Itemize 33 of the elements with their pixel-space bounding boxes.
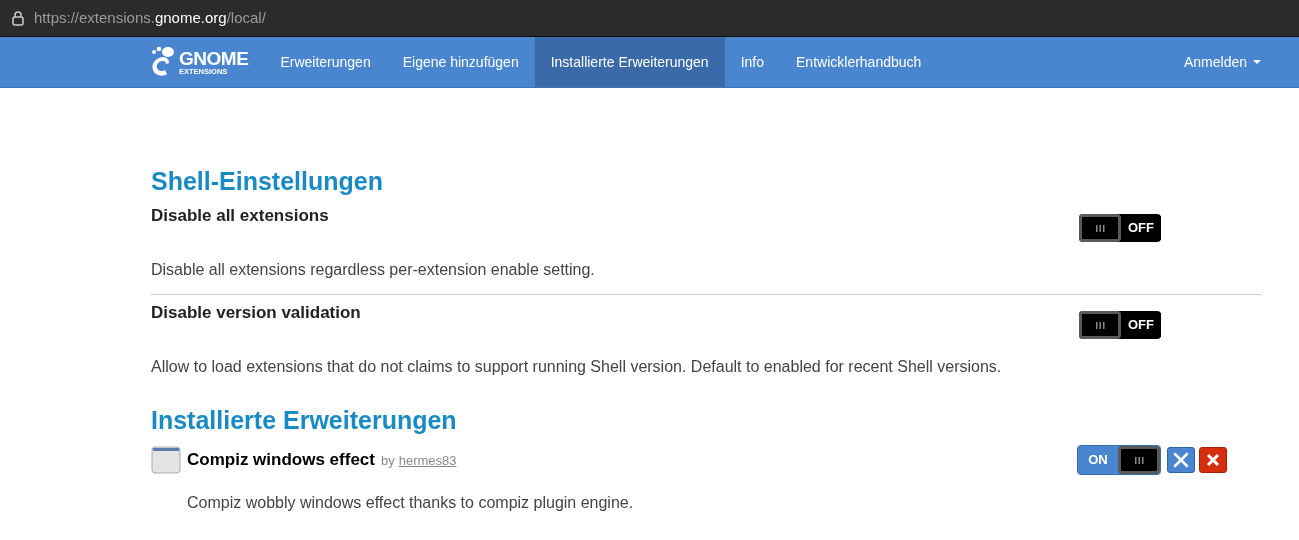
lock-icon (12, 10, 24, 26)
grip-icon (1095, 321, 1105, 329)
grip-icon (1095, 224, 1105, 232)
login-dropdown[interactable]: Anmelden (1183, 37, 1261, 87)
setting-title: Disable all extensions (151, 205, 329, 227)
setting-description: Disable all extensions regardless per-extension enable setting. (151, 260, 596, 280)
extension-name: Compiz windows effect (187, 449, 375, 472)
nav-link[interactable]: Entwicklerhandbuch (780, 37, 938, 87)
nav-link[interactable]: Eigene hinzufügen (386, 37, 535, 87)
setting-title: Disable version validation (151, 302, 361, 324)
section-heading: Installierte Erweiterungen (151, 405, 458, 435)
grip-icon (1134, 456, 1144, 464)
toggle-handle[interactable] (1118, 446, 1160, 474)
window-icon (151, 446, 181, 474)
nav-link[interactable]: Installierte Erweiterungen (534, 37, 725, 87)
toggle-switch[interactable]: OFF (1079, 214, 1161, 242)
nav-link[interactable]: Erweiterungen (264, 37, 387, 87)
toggle-handle[interactable] (1079, 214, 1121, 242)
settings-button[interactable] (1167, 447, 1195, 473)
author-link[interactable]: hermes83 (398, 451, 457, 471)
url-text[interactable]: https://extensions.gnome.org/local/ (34, 6, 266, 30)
nav-link[interactable]: Info (724, 37, 781, 87)
close-button[interactable] (1199, 447, 1227, 473)
logo-title: GNOME (179, 48, 249, 68)
toggle-switch[interactable]: ON (1077, 445, 1161, 475)
close-icon (1206, 453, 1220, 467)
toggle-handle[interactable] (1079, 311, 1121, 339)
section-heading: Shell-Einstellungen (151, 166, 384, 196)
setting-description: Allow to load extensions that do not claims to support running Shell version. Default to enabled for recent Shell versions. (151, 357, 1003, 377)
caret-icon (1253, 60, 1261, 64)
extension-description: Compiz wobbly windows effect thanks to compiz plugin engine. (187, 493, 635, 513)
byline: by (380, 452, 395, 471)
toggle-switch[interactable]: OFF (1079, 311, 1161, 339)
